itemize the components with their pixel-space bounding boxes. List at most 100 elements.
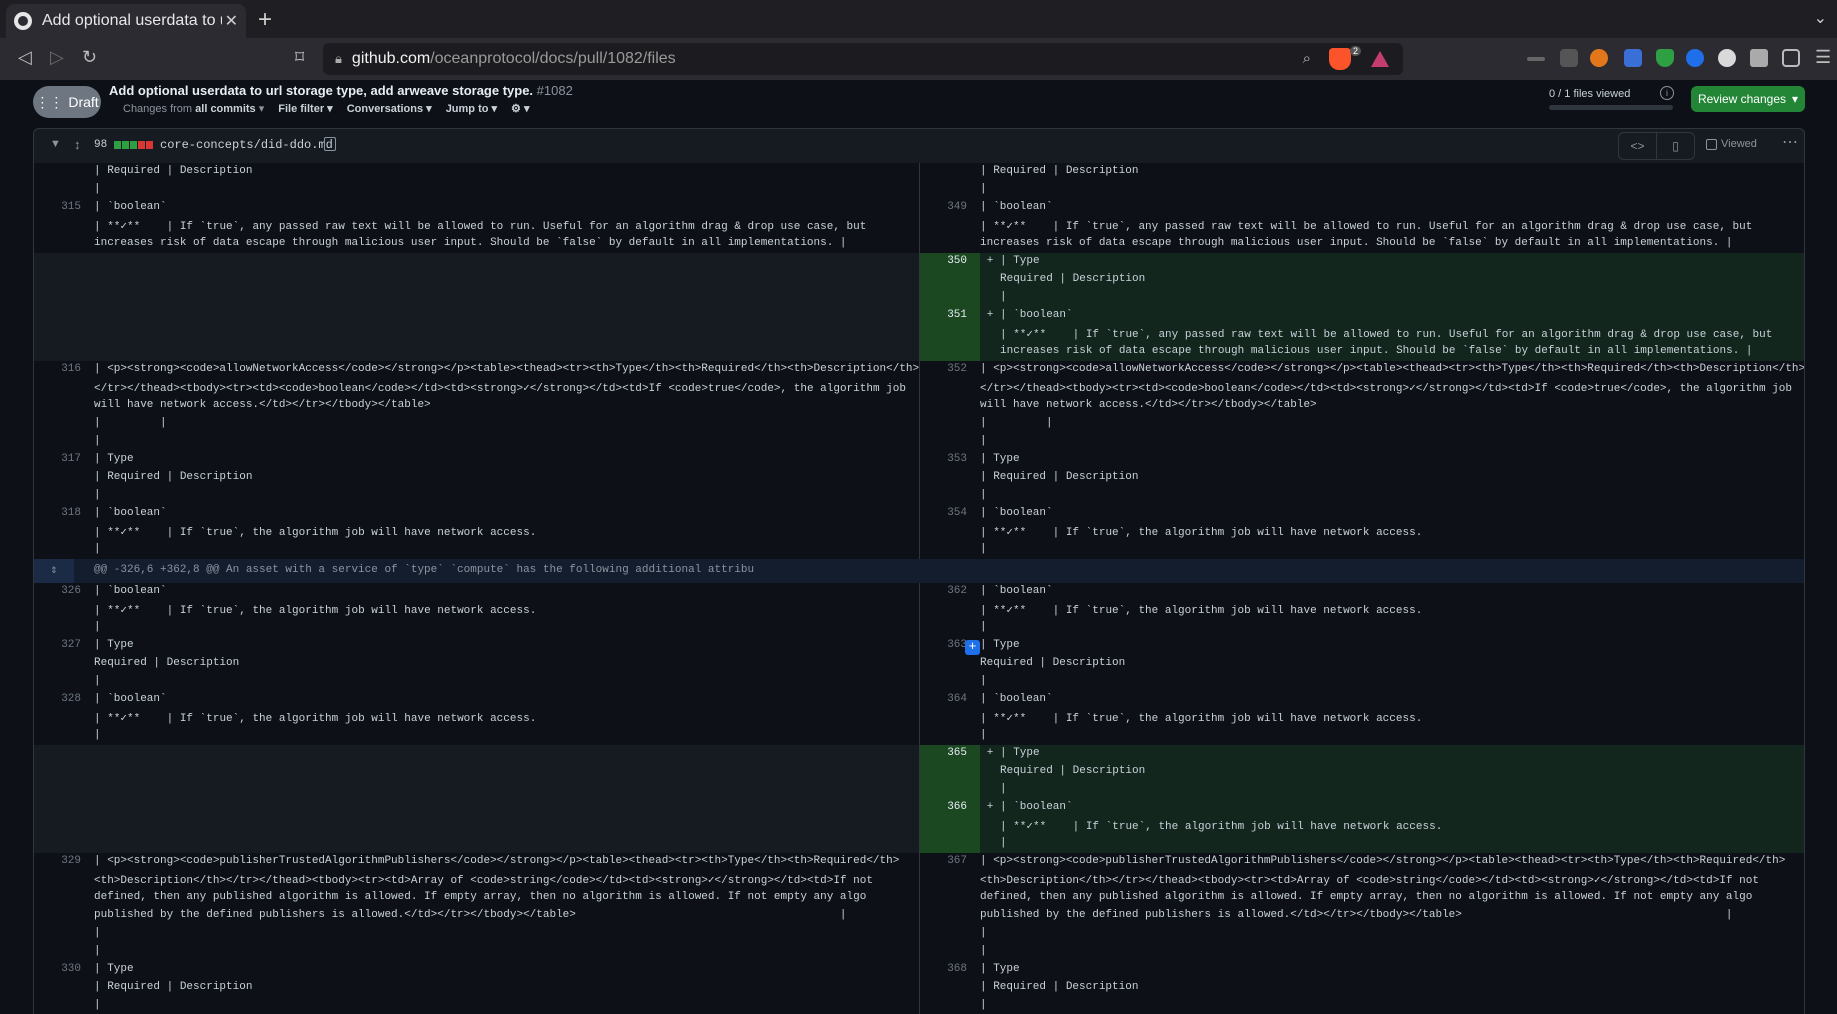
- extension-icon[interactable]: [1527, 57, 1545, 61]
- code-line: | Type: [1000, 747, 1040, 759]
- file-filter-dropdown[interactable]: File filter ▾: [278, 102, 332, 115]
- code-line: |: [980, 675, 987, 687]
- line-number[interactable]: 317: [34, 451, 94, 505]
- diff-row-added: 350 + | Type Required | Description |: [34, 253, 1804, 307]
- hunk-header-text: @@ -326,6 +362,8 @@ An asset with a serv…: [94, 564, 755, 576]
- bookmark-icon[interactable]: ⌑: [295, 47, 304, 68]
- line-number[interactable]: 349: [920, 199, 980, 253]
- line-number[interactable]: 362: [920, 583, 980, 637]
- tab-list-chevron-icon[interactable]: ⌄: [1814, 8, 1827, 28]
- puzzle-icon[interactable]: [1750, 49, 1768, 67]
- extension-icon[interactable]: [1624, 49, 1642, 67]
- viewed-checkbox[interactable]: Viewed: [1706, 138, 1757, 150]
- extension-icon[interactable]: [1686, 49, 1704, 67]
- code-line: defined, then any published algorithm is…: [94, 891, 867, 903]
- add-comment-button[interactable]: +: [965, 640, 980, 655]
- diff-row: 326 | `boolean` | **✓** | If `true`, the a…: [34, 583, 1804, 637]
- line-number[interactable]: 330: [34, 961, 94, 1014]
- shield-extension-icon[interactable]: [1656, 49, 1674, 67]
- line-number[interactable]: 366: [920, 799, 980, 853]
- code-line: | **✓** | If `true`, any passed raw text…: [1000, 329, 1773, 341]
- line-number[interactable]: [920, 163, 980, 199]
- reload-icon[interactable]: ↻: [82, 47, 97, 68]
- info-icon[interactable]: i: [1660, 86, 1674, 100]
- line-number[interactable]: 327: [34, 637, 94, 691]
- url-bar[interactable]: 🔒︎ github.com/oceanprotocol/docs/pull/10…: [323, 43, 1403, 75]
- line-number[interactable]: 351: [920, 307, 980, 361]
- right-diff-cell: | Required | Description |: [919, 163, 1804, 199]
- left-diff-cell: 328 | `boolean` | **✓** | If `true`, the a…: [34, 691, 919, 745]
- line-number[interactable]: 329: [34, 853, 94, 961]
- code-line: | **✓** | If `true`, the algorithm job w…: [1000, 821, 1443, 833]
- expand-hunk-icon[interactable]: ⇕: [34, 559, 74, 583]
- line-number[interactable]: 318: [34, 505, 94, 559]
- expand-all-icon[interactable]: ↕: [74, 137, 81, 152]
- line-number[interactable]: 316: [34, 361, 94, 451]
- copy-icon[interactable]: [324, 137, 336, 151]
- collapse-chevron-icon[interactable]: ▼: [50, 138, 61, 150]
- changes-count: 98: [94, 139, 108, 151]
- diff-row: 316 | <p><strong><code>allowNetworkAccess…: [34, 361, 1804, 451]
- line-number[interactable]: 315: [34, 199, 94, 253]
- right-diff-cell: 352 | <p><strong><code>allowNetworkAccess…: [919, 361, 1804, 451]
- line-number[interactable]: 352: [920, 361, 980, 451]
- wallet-icon[interactable]: [1782, 49, 1800, 67]
- line-number[interactable]: 353: [920, 451, 980, 505]
- code-line: increases risk of data escape through ma…: [980, 237, 1733, 249]
- file-view-icon[interactable]: ▯: [1657, 133, 1694, 159]
- brave-shield-icon[interactable]: [1329, 48, 1351, 70]
- code-line: | `boolean`: [94, 585, 167, 597]
- line-number[interactable]: 354: [920, 505, 980, 559]
- diff-row-added: 351 + | `boolean` | **✓** | If `true`, any …: [34, 307, 1804, 361]
- back-icon[interactable]: ◁: [18, 47, 32, 68]
- code-line: |: [980, 489, 987, 501]
- files-viewed-progress: [1549, 105, 1673, 110]
- line-number[interactable]: 368: [920, 961, 980, 1014]
- split-diff: | Required | Description | | Required | De…: [33, 163, 1805, 1014]
- more-options-icon[interactable]: ⋯: [1782, 132, 1798, 152]
- code-line: | Required | Description: [980, 165, 1139, 177]
- new-tab-button[interactable]: +: [258, 6, 272, 34]
- code-view-icon[interactable]: <>: [1619, 133, 1657, 159]
- draft-pr-icon: ⋮⋮: [35, 93, 64, 110]
- line-number[interactable]: 364: [920, 691, 980, 745]
- code-line: | <p><strong><code>publisherTrustedAlgor…: [94, 855, 900, 867]
- diff-row: 317 | Type | Required | Description | 353 | T…: [34, 451, 1804, 505]
- line-number[interactable]: 328: [34, 691, 94, 745]
- code-line: | **✓** | If `true`, any passed raw text…: [94, 221, 867, 233]
- lock-icon: 🔒︎: [335, 51, 342, 66]
- code-line: |: [94, 621, 101, 633]
- line-number[interactable]: 367: [920, 853, 980, 961]
- code-line: Required | Description: [980, 657, 1126, 669]
- metamask-icon[interactable]: [1590, 49, 1608, 67]
- menu-icon[interactable]: ☰: [1815, 47, 1831, 68]
- close-tab-icon[interactable]: ✕: [225, 11, 238, 31]
- line-number[interactable]: 326: [34, 583, 94, 637]
- forward-icon[interactable]: ▷: [50, 47, 64, 68]
- conversations-dropdown[interactable]: Conversations ▾: [347, 102, 432, 115]
- line-number[interactable]: 365: [920, 745, 980, 799]
- code-line: will have network access.</td></tr></tbo…: [980, 399, 1317, 411]
- left-diff-cell: [34, 253, 919, 307]
- extension-icon[interactable]: [1560, 49, 1578, 67]
- code-line: | **✓** | If `true`, the algorithm job w…: [980, 713, 1423, 725]
- code-line: |: [980, 621, 987, 633]
- code-line: | `boolean`: [94, 693, 167, 705]
- code-line: | **✓** | If `true`, the algorithm job w…: [980, 527, 1423, 539]
- left-diff-cell: 329 | <p><strong><code>publisherTrustedAl…: [34, 853, 919, 961]
- brave-rewards-icon[interactable]: [1371, 51, 1389, 67]
- settings-gear-icon[interactable]: ⚙ ▾: [511, 102, 529, 115]
- zoom-icon[interactable]: ⌕: [1303, 50, 1311, 67]
- jump-to-dropdown[interactable]: Jump to ▾: [446, 102, 497, 115]
- review-changes-button[interactable]: Review changes ▾: [1691, 86, 1805, 112]
- profile-extension-icon[interactable]: [1718, 49, 1736, 67]
- right-diff-cell: 365 + | Type Required | Description |: [919, 745, 1804, 799]
- code-line: | Type: [980, 963, 1020, 975]
- code-line: |: [94, 999, 101, 1011]
- changes-from-dropdown[interactable]: Changes from all commits ▾: [123, 102, 264, 115]
- line-number[interactable]: [34, 163, 94, 199]
- line-number[interactable]: 350: [920, 253, 980, 307]
- right-diff-cell: 364 | `boolean` | **✓** | If `true`, the a…: [919, 691, 1804, 745]
- browser-tab[interactable]: Add optional userdata to url storage typ…: [6, 4, 246, 38]
- file-path[interactable]: core-concepts/did-ddo.md: [160, 138, 333, 152]
